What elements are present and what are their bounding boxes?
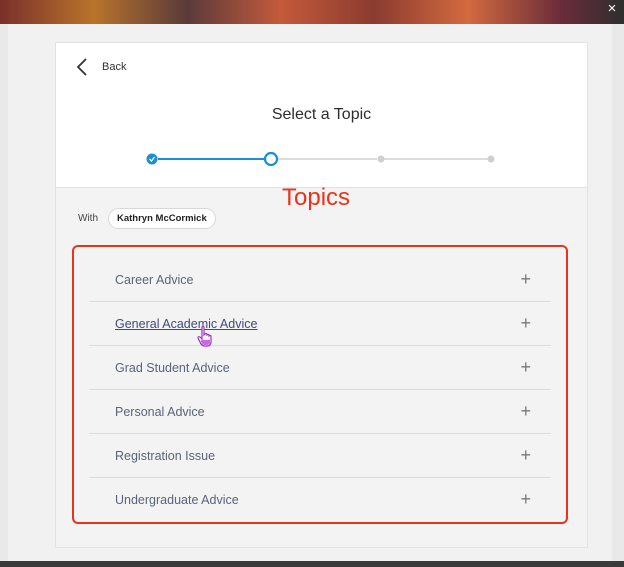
topic-item-undergraduate-advice[interactable]: Undergraduate Advice + bbox=[89, 478, 551, 521]
plus-icon[interactable]: + bbox=[520, 269, 531, 290]
step-4-upcoming bbox=[487, 155, 495, 163]
advisor-chip: Kathryn McCormick bbox=[108, 208, 216, 229]
chevron-left-icon bbox=[76, 58, 87, 76]
step-3-upcoming bbox=[377, 155, 385, 163]
topic-label: Undergraduate Advice bbox=[115, 492, 239, 507]
background-photo-strip bbox=[0, 0, 624, 24]
back-label: Back bbox=[102, 61, 127, 73]
plus-icon[interactable]: + bbox=[520, 489, 531, 510]
hand-pointer-cursor-icon bbox=[197, 325, 212, 347]
topics-annotation-label: Topics bbox=[282, 184, 351, 211]
plus-icon[interactable]: + bbox=[520, 401, 531, 422]
topic-label: Personal Advice bbox=[115, 404, 205, 419]
step-1-completed bbox=[146, 153, 158, 165]
page-title: Select a Topic bbox=[271, 106, 372, 123]
topic-label: Registration Issue bbox=[115, 448, 216, 463]
back-button[interactable]: Back bbox=[72, 56, 126, 78]
plus-icon[interactable]: + bbox=[520, 313, 531, 334]
topic-label: General Academic Advice bbox=[115, 316, 258, 331]
topic-item-grad-student-advice[interactable]: Grad Student Advice + bbox=[89, 346, 551, 390]
step-2-current bbox=[263, 151, 279, 167]
plus-icon[interactable]: + bbox=[520, 445, 531, 466]
close-icon[interactable]: × bbox=[604, 0, 620, 18]
topic-label: Career Advice bbox=[115, 272, 194, 287]
topic-item-personal-advice[interactable]: Personal Advice + bbox=[89, 390, 551, 434]
panel-header: Back Select a Topic bbox=[56, 43, 587, 188]
background-bottom-strip bbox=[0, 561, 624, 567]
topic-item-general-academic-advice[interactable]: General Academic Advice + bbox=[89, 302, 551, 346]
topic-label: Grad Student Advice bbox=[115, 360, 230, 375]
with-label: With bbox=[78, 213, 98, 224]
topic-item-career-advice[interactable]: Career Advice + bbox=[89, 258, 551, 302]
with-row: With Kathryn McCormick bbox=[78, 208, 216, 229]
topic-list: Career Advice + General Academic Advice … bbox=[89, 258, 551, 521]
topic-item-registration-issue[interactable]: Registration Issue + bbox=[89, 434, 551, 478]
progress-stepper bbox=[146, 151, 495, 167]
plus-icon[interactable]: + bbox=[520, 357, 531, 378]
